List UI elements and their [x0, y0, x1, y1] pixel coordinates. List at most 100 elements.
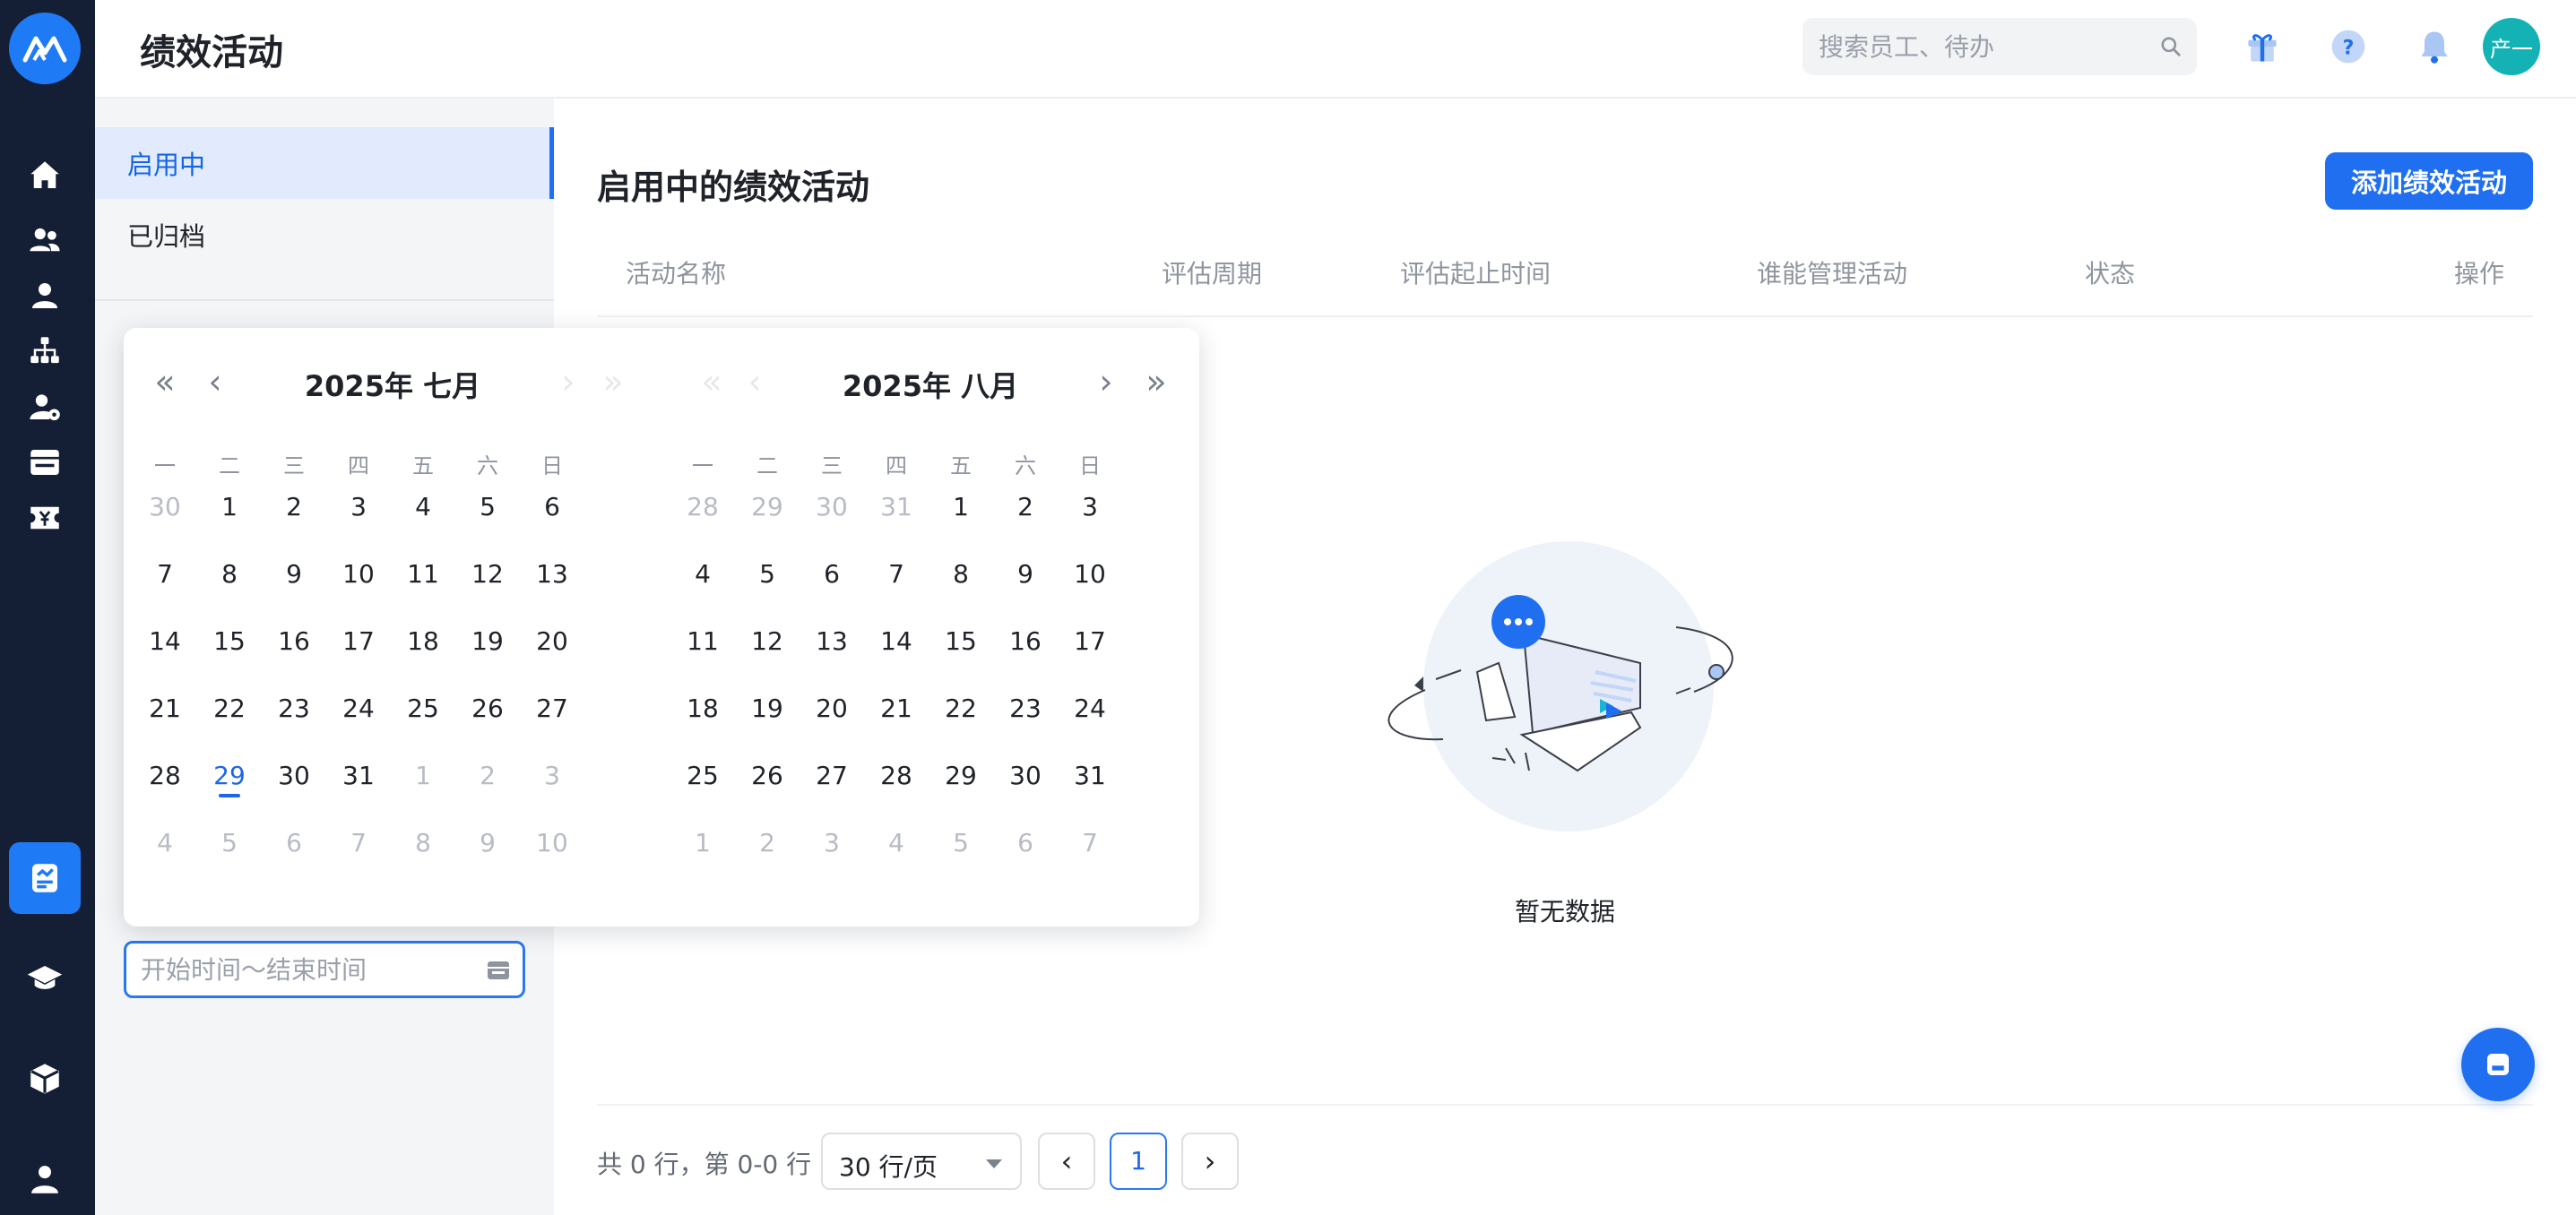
- calendar-day[interactable]: 2: [735, 816, 800, 870]
- calendar-day[interactable]: 30: [133, 480, 197, 534]
- calendar-day[interactable]: 5: [455, 480, 520, 534]
- calendar-day[interactable]: 6: [520, 480, 584, 534]
- date-range-input[interactable]: [141, 944, 472, 995]
- profile-icon[interactable]: [9, 1143, 81, 1215]
- calendar-day[interactable]: 19: [735, 682, 800, 736]
- calendar-icon[interactable]: [487, 960, 510, 981]
- search-input[interactable]: [1819, 18, 2159, 75]
- calendar-day[interactable]: 29: [929, 749, 993, 803]
- calendar-day[interactable]: 7: [864, 547, 929, 601]
- calendar-day[interactable]: 12: [455, 547, 520, 601]
- calendar-day[interactable]: 11: [670, 615, 735, 668]
- calendar-day[interactable]: 5: [735, 547, 800, 601]
- calendar-day[interactable]: 22: [929, 682, 993, 736]
- calendar-day[interactable]: 13: [800, 615, 864, 668]
- calendar-day[interactable]: 10: [1058, 547, 1122, 601]
- gift-icon[interactable]: [2239, 23, 2286, 70]
- calendar-day[interactable]: 25: [391, 682, 455, 736]
- calendar-day[interactable]: 21: [133, 682, 197, 736]
- calendar-day[interactable]: 31: [864, 480, 929, 534]
- calendar-day[interactable]: 1: [391, 749, 455, 803]
- calendar-day[interactable]: 22: [197, 682, 262, 736]
- calendar-day[interactable]: 14: [864, 615, 929, 668]
- date-range-field[interactable]: [124, 941, 525, 998]
- calendar-day[interactable]: 6: [993, 816, 1058, 870]
- calendar-day[interactable]: 24: [1058, 682, 1122, 736]
- search-box[interactable]: [1802, 18, 2197, 75]
- bell-icon[interactable]: [2411, 23, 2458, 70]
- calendar-day[interactable]: 6: [262, 816, 326, 870]
- calendar-day[interactable]: 17: [1058, 615, 1122, 668]
- calendar-day[interactable]: 29: [735, 480, 800, 534]
- calendar-day[interactable]: 2: [993, 480, 1058, 534]
- calendar-day[interactable]: 3: [800, 816, 864, 870]
- calendar-day[interactable]: 8: [197, 547, 262, 601]
- calendar-day[interactable]: 29: [197, 749, 262, 803]
- avatar[interactable]: 产一: [2483, 18, 2540, 75]
- chat-support-button[interactable]: [2461, 1028, 2535, 1101]
- subnav-item-archived[interactable]: 已归档: [95, 199, 554, 271]
- calendar-day[interactable]: 28: [670, 480, 735, 534]
- calendar-day[interactable]: 5: [929, 816, 993, 870]
- calendar-day[interactable]: 1: [670, 816, 735, 870]
- calendar-day[interactable]: 3: [520, 749, 584, 803]
- calendar-day[interactable]: 25: [670, 749, 735, 803]
- calendar-day[interactable]: 8: [391, 816, 455, 870]
- next-month-icon[interactable]: ›: [1086, 362, 1126, 401]
- calendar-day[interactable]: 6: [800, 547, 864, 601]
- calendar-day[interactable]: 12: [735, 615, 800, 668]
- app-logo-icon[interactable]: [9, 13, 81, 84]
- page-size-select[interactable]: 30 行/页: [821, 1133, 1022, 1190]
- calendar-day[interactable]: 30: [800, 480, 864, 534]
- calendar-day[interactable]: 31: [1058, 749, 1122, 803]
- calendar-day[interactable]: 14: [133, 615, 197, 668]
- calendar-day[interactable]: 19: [455, 615, 520, 668]
- next-page-button[interactable]: ›: [1181, 1133, 1239, 1190]
- calendar-day[interactable]: 3: [326, 480, 391, 534]
- calendar-day[interactable]: 16: [993, 615, 1058, 668]
- calendar-day[interactable]: 27: [800, 749, 864, 803]
- calendar-day[interactable]: 11: [391, 547, 455, 601]
- calendar-day[interactable]: 10: [520, 816, 584, 870]
- calendar-day[interactable]: 20: [520, 615, 584, 668]
- calendar-day[interactable]: 4: [133, 816, 197, 870]
- calendar-day[interactable]: 1: [197, 480, 262, 534]
- prev-page-button[interactable]: ‹: [1038, 1133, 1095, 1190]
- calendar-day[interactable]: 9: [262, 547, 326, 601]
- calendar-day[interactable]: 28: [133, 749, 197, 803]
- calendar-day[interactable]: 26: [455, 682, 520, 736]
- calendar-day[interactable]: 4: [391, 480, 455, 534]
- calendar-day[interactable]: 15: [197, 615, 262, 668]
- next-year-icon[interactable]: »: [1137, 362, 1176, 401]
- calendar-day[interactable]: 16: [262, 615, 326, 668]
- page-number-button[interactable]: 1: [1110, 1133, 1167, 1190]
- calendar-day[interactable]: 3: [1058, 480, 1122, 534]
- calendar-day[interactable]: 30: [993, 749, 1058, 803]
- calendar-day[interactable]: 8: [929, 547, 993, 601]
- calendar-day[interactable]: 5: [197, 816, 262, 870]
- calendar-day[interactable]: 24: [326, 682, 391, 736]
- calendar-day[interactable]: 27: [520, 682, 584, 736]
- calendar-day[interactable]: 31: [326, 749, 391, 803]
- calendar-day[interactable]: 26: [735, 749, 800, 803]
- calendar-day[interactable]: 13: [520, 547, 584, 601]
- calendar-day[interactable]: 20: [800, 682, 864, 736]
- add-activity-button[interactable]: 添加绩效活动: [2325, 152, 2533, 210]
- calendar-day[interactable]: 1: [929, 480, 993, 534]
- help-icon[interactable]: ?: [2325, 23, 2372, 70]
- learning-icon[interactable]: [9, 943, 81, 1014]
- calendar-day[interactable]: 7: [326, 816, 391, 870]
- calendar-day[interactable]: 9: [993, 547, 1058, 601]
- box-icon[interactable]: [9, 1043, 81, 1115]
- search-icon[interactable]: [2159, 35, 2183, 58]
- calendar-day[interactable]: 30: [262, 749, 326, 803]
- calendar-day[interactable]: 18: [670, 682, 735, 736]
- calendar-day[interactable]: 7: [1058, 816, 1122, 870]
- calendar-day[interactable]: 4: [864, 816, 929, 870]
- calendar-day[interactable]: 2: [262, 480, 326, 534]
- calendar-day[interactable]: 2: [455, 749, 520, 803]
- calendar-day[interactable]: 18: [391, 615, 455, 668]
- home-icon[interactable]: [9, 140, 81, 211]
- calendar-day[interactable]: 9: [455, 816, 520, 870]
- calendar-day[interactable]: 28: [864, 749, 929, 803]
